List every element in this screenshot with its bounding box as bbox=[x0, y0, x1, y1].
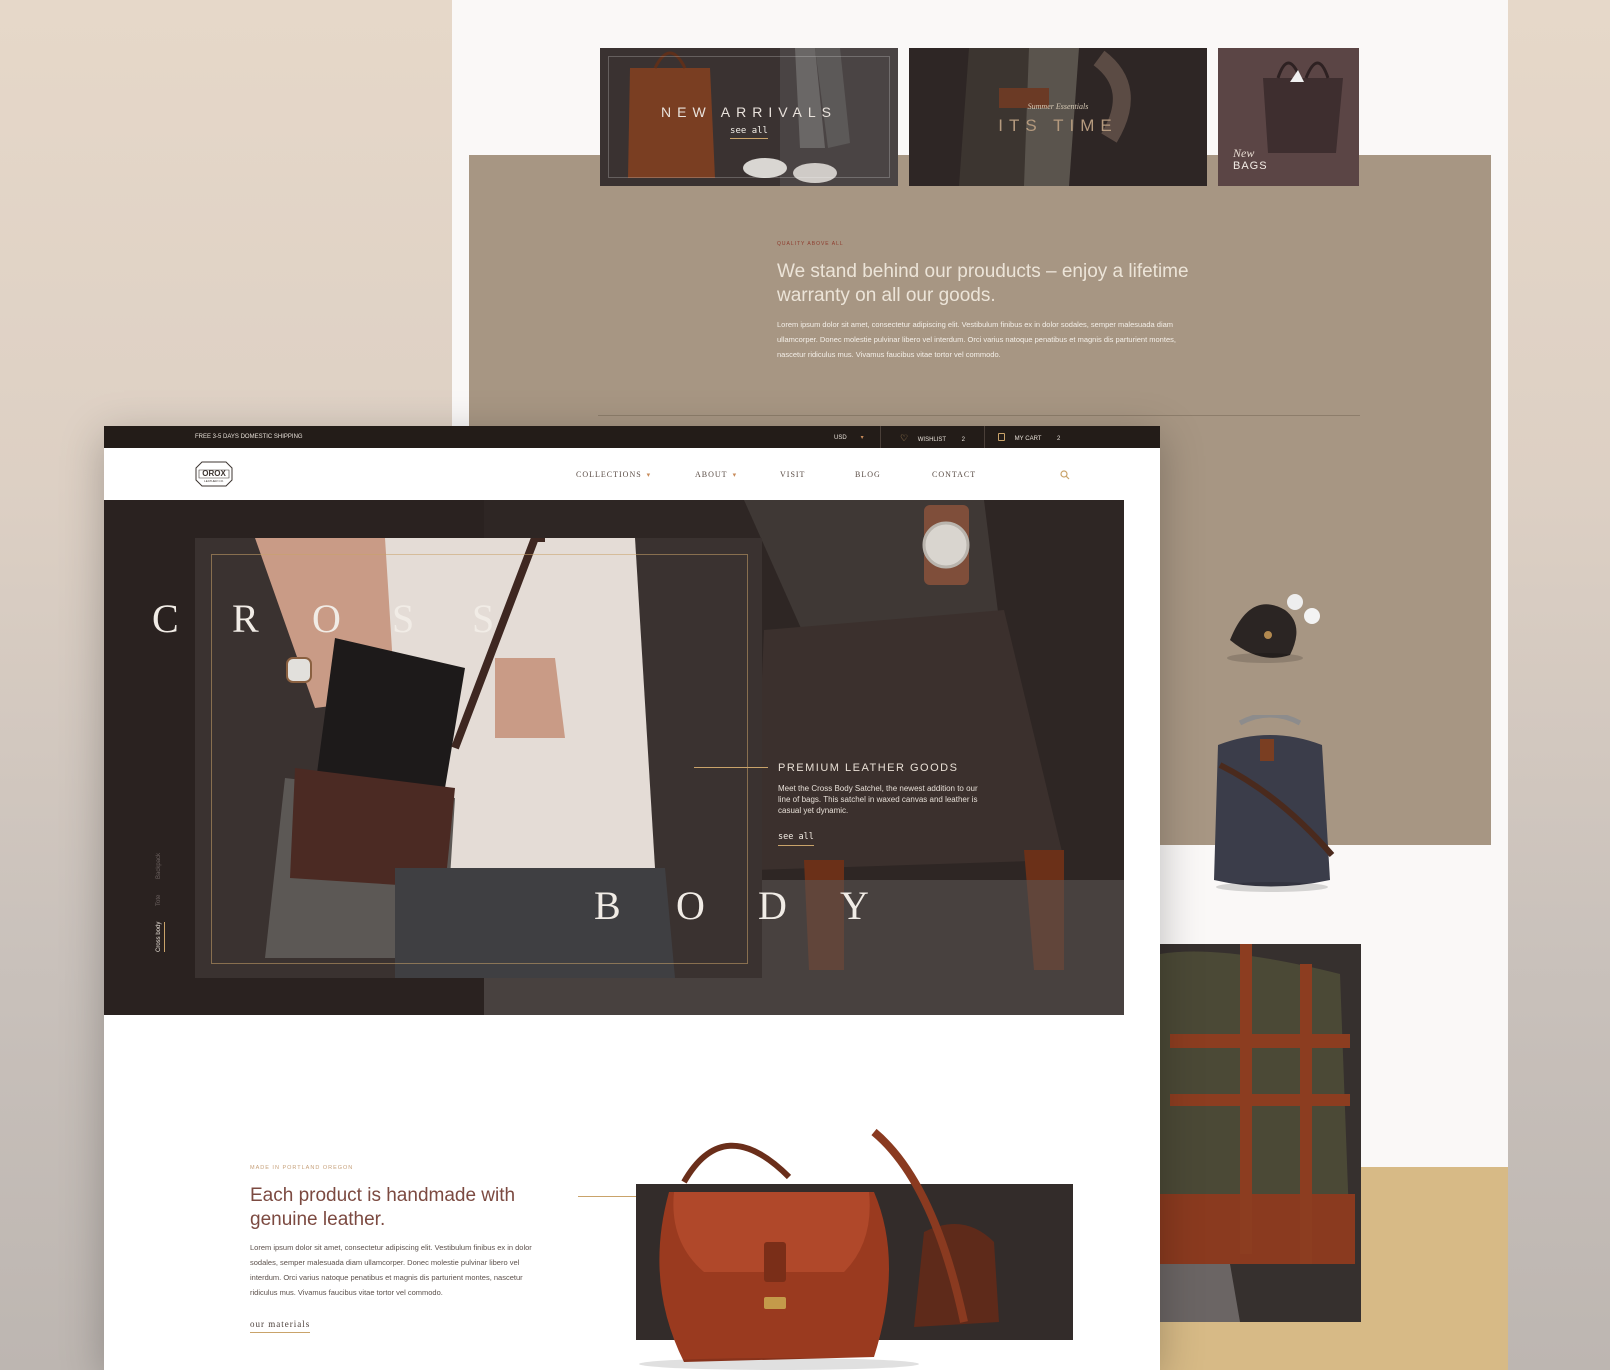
earbud-pouch-photo[interactable] bbox=[1210, 580, 1330, 670]
nav-contact[interactable]: CONTACT bbox=[932, 470, 976, 479]
caret-down-icon: ▾ bbox=[732, 471, 738, 479]
search-icon[interactable] bbox=[1060, 470, 1070, 480]
cart-count: 2 bbox=[1057, 436, 1061, 442]
nav-about[interactable]: ABOUT ▾ bbox=[695, 470, 737, 479]
caret-down-icon: ▾ bbox=[646, 471, 652, 479]
tile-title: NEW ARRIVALS bbox=[661, 104, 837, 120]
wishlist-count: 2 bbox=[961, 437, 965, 443]
divider bbox=[598, 415, 1360, 416]
hero-eyebrow: PREMIUM LEATHER GOODS bbox=[778, 762, 959, 774]
hero-category-tabs: Cross body Tote Backpack bbox=[156, 853, 165, 952]
cart-link[interactable]: MY CART 2 bbox=[998, 433, 1060, 442]
new-bags-tile[interactable]: New BAGS bbox=[1218, 48, 1359, 186]
hero-section: C R O S S B O D Y PREMIUM LEATHER GOODS … bbox=[104, 500, 1124, 1015]
tile-title: ITS TIME bbox=[998, 116, 1118, 135]
nav-collections[interactable]: COLLECTIONS ▾ bbox=[576, 470, 651, 479]
tile-kicker: New bbox=[1233, 146, 1255, 160]
bag-icon bbox=[998, 433, 1005, 441]
tab-backpack[interactable]: Backpack bbox=[156, 853, 162, 879]
wishlist-link[interactable]: ♡ WISHLIST 2 bbox=[900, 433, 965, 444]
made-title: Each product is handmade with genuine le… bbox=[250, 1185, 516, 1230]
currency-selector[interactable]: USD ▾ bbox=[834, 434, 864, 441]
tile-kicker: Summer Essentials bbox=[1027, 102, 1089, 111]
logo-subtext: LEATHER CO. bbox=[204, 479, 224, 483]
nav-blog[interactable]: BLOG bbox=[855, 470, 881, 479]
quality-eyebrow: QUALITY ABOVE ALL bbox=[777, 241, 844, 247]
see-all-link[interactable]: see all bbox=[600, 126, 898, 139]
tab-cross-body[interactable]: Cross body bbox=[156, 921, 165, 952]
made-eyebrow: MADE IN PORTLAND OREGON bbox=[250, 1165, 354, 1171]
new-arrivals-tile[interactable]: NEW ARRIVALS see all bbox=[600, 48, 898, 186]
tab-tote[interactable]: Tote bbox=[156, 895, 162, 906]
accent-line bbox=[694, 767, 768, 768]
main-navigation: OROX LEATHER CO. COLLECTIONS ▾ ABOUT ▾ VIS… bbox=[104, 448, 1160, 500]
made-body: Lorem ipsum dolor sit amet, consectetur … bbox=[250, 1243, 532, 1297]
quality-title: We stand behind our prouducts – enjoy a … bbox=[777, 261, 1189, 306]
front-page: FREE 3-5 DAYS DOMESTIC SHIPPING USD ▾ ♡ W… bbox=[104, 426, 1160, 1370]
utility-bar: FREE 3-5 DAYS DOMESTIC SHIPPING USD ▾ ♡ W… bbox=[104, 426, 1160, 448]
cart-label: MY CART bbox=[1014, 436, 1042, 442]
brand-logo[interactable]: OROX LEATHER CO. bbox=[194, 460, 234, 488]
roll-top-backpack-photo[interactable] bbox=[1160, 944, 1361, 1322]
tile-title: BAGS bbox=[1233, 160, 1268, 172]
heart-icon: ♡ bbox=[900, 433, 909, 443]
shipping-notice: FREE 3-5 DAYS DOMESTIC SHIPPING bbox=[195, 434, 303, 440]
quality-body: Lorem ipsum dolor sit amet, consectetur … bbox=[777, 320, 1176, 359]
our-materials-link[interactable]: our materials bbox=[250, 1319, 311, 1333]
hero-description: Meet the Cross Body Satchel, the newest … bbox=[778, 784, 978, 815]
chevron-down-icon: ▾ bbox=[860, 435, 864, 441]
nav-visit[interactable]: VISIT bbox=[780, 470, 805, 479]
canvas-backpack-photo[interactable] bbox=[1200, 715, 1340, 895]
leather-satchel-photo[interactable] bbox=[574, 1122, 1074, 1370]
logo-text: OROX bbox=[202, 469, 226, 478]
wishlist-label: WISHLIST bbox=[917, 437, 946, 443]
hero-see-all-link[interactable]: see all bbox=[778, 832, 814, 846]
its-time-tile[interactable]: Summer Essentials ITS TIME bbox=[909, 48, 1207, 186]
